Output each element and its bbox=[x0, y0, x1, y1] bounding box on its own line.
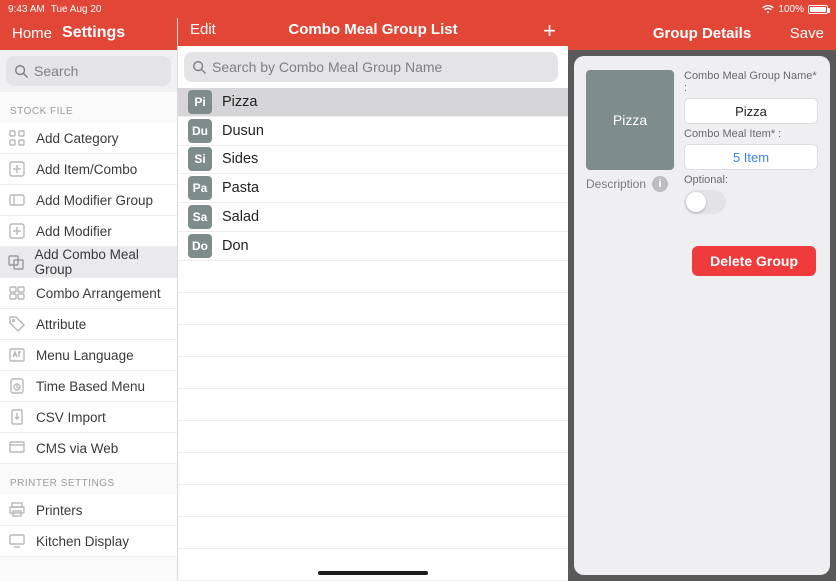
sidebar-item-printers[interactable]: Printers bbox=[0, 495, 177, 526]
sidebar-item-label: CMS via Web bbox=[36, 441, 118, 456]
sidebar-item-label: CSV Import bbox=[36, 410, 106, 425]
plus-square-icon bbox=[8, 222, 26, 240]
group-search-placeholder: Search by Combo Meal Group Name bbox=[212, 59, 442, 75]
group-row-salad[interactable]: Sa Salad bbox=[178, 203, 568, 232]
search-icon bbox=[192, 60, 206, 74]
group-tag: Du bbox=[188, 119, 212, 143]
name-input[interactable]: Pizza bbox=[684, 98, 818, 124]
sidebar-item-label: Add Category bbox=[36, 131, 119, 146]
sidebar-item-label: Kitchen Display bbox=[36, 534, 129, 549]
sidebar-item-label: Add Modifier bbox=[36, 224, 112, 239]
sidebar-item-menu-language[interactable]: Menu Language bbox=[0, 340, 177, 371]
add-group-button[interactable]: + bbox=[506, 23, 556, 38]
group-label: Pizza bbox=[222, 94, 257, 110]
sidebar-item-label: Add Item/Combo bbox=[36, 162, 137, 177]
group-tag: Pi bbox=[188, 90, 212, 114]
printer-icon bbox=[8, 501, 26, 519]
save-button[interactable]: Save bbox=[774, 25, 824, 42]
right-title: Group Details bbox=[630, 25, 774, 42]
group-label: Dusun bbox=[222, 123, 264, 139]
status-battery-pct: 100% bbox=[778, 4, 804, 15]
status-bar: 9:43 AM Tue Aug 20 100% bbox=[0, 0, 836, 18]
battery-icon bbox=[808, 5, 828, 14]
sidebar-item-label: Combo Arrangement bbox=[36, 286, 161, 301]
item-field-label: Combo Meal Item* : bbox=[684, 128, 818, 140]
web-icon bbox=[8, 439, 26, 457]
section-stock-file: STOCK FILE bbox=[0, 92, 177, 123]
wifi-icon bbox=[762, 5, 774, 14]
sidebar-item-label: Attribute bbox=[36, 317, 86, 332]
optional-label: Optional: bbox=[684, 174, 818, 186]
arrangement-icon bbox=[8, 284, 26, 302]
sidebar-item-csv-import[interactable]: CSV Import bbox=[0, 402, 177, 433]
group-row-pasta[interactable]: Pa Pasta bbox=[178, 174, 568, 203]
status-date: Tue Aug 20 bbox=[51, 4, 102, 15]
display-icon bbox=[8, 532, 26, 550]
empty-rows bbox=[178, 261, 568, 581]
import-icon bbox=[8, 408, 26, 426]
plus-square-icon bbox=[8, 160, 26, 178]
sidebar-item-kitchen-display[interactable]: Kitchen Display bbox=[0, 526, 177, 557]
group-details-panel: Group Details Save Pizza Description i C… bbox=[568, 0, 836, 581]
group-label: Salad bbox=[222, 209, 259, 225]
group-tag: Si bbox=[188, 147, 212, 171]
group-label: Don bbox=[222, 238, 249, 254]
sidebar-item-label: Time Based Menu bbox=[36, 379, 145, 394]
sidebar-item-add-combo-meal-group[interactable]: Add Combo Meal Group bbox=[0, 247, 177, 278]
group-tag: Pa bbox=[188, 176, 212, 200]
status-time: 9:43 AM bbox=[8, 4, 45, 15]
group-row-sides[interactable]: Si Sides bbox=[178, 146, 568, 175]
group-tag: Sa bbox=[188, 205, 212, 229]
sidebar-item-time-based-menu[interactable]: Time Based Menu bbox=[0, 371, 177, 402]
group-thumbnail[interactable]: Pizza bbox=[586, 70, 674, 170]
sidebar-item-label: Add Combo Meal Group bbox=[35, 247, 169, 277]
group-label: Pasta bbox=[222, 180, 259, 196]
settings-search[interactable]: Search bbox=[6, 56, 171, 86]
sidebar-item-add-item[interactable]: Add Item/Combo bbox=[0, 154, 177, 185]
sidebar-item-combo-arrangement[interactable]: Combo Arrangement bbox=[0, 278, 177, 309]
category-icon bbox=[8, 129, 26, 147]
mid-title: Combo Meal Group List bbox=[240, 21, 506, 38]
name-field-label: Combo Meal Group Name* : bbox=[684, 70, 818, 94]
group-tag: Do bbox=[188, 234, 212, 258]
group-label: Sides bbox=[222, 151, 258, 167]
home-indicator bbox=[318, 571, 428, 575]
sidebar-item-label: Add Modifier Group bbox=[36, 193, 153, 208]
clock-icon bbox=[8, 377, 26, 395]
description-label: Description bbox=[586, 177, 646, 191]
sidebar-item-add-modifier-group[interactable]: Add Modifier Group bbox=[0, 185, 177, 216]
home-button[interactable]: Home bbox=[12, 25, 52, 42]
sidebar-item-add-modifier[interactable]: Add Modifier bbox=[0, 216, 177, 247]
search-icon bbox=[14, 64, 28, 78]
info-icon[interactable]: i bbox=[652, 176, 668, 192]
sidebar-item-add-category[interactable]: Add Category bbox=[0, 123, 177, 154]
language-icon bbox=[8, 346, 26, 364]
sidebar-item-label: Printers bbox=[36, 503, 83, 518]
combo-group-icon bbox=[8, 253, 25, 271]
combo-group-list-panel: Edit Combo Meal Group List + Search by C… bbox=[178, 0, 568, 581]
modifier-group-icon bbox=[8, 191, 26, 209]
settings-sidebar: Home Settings Search STOCK FILE Add Cate… bbox=[0, 0, 178, 581]
group-row-don[interactable]: Do Don bbox=[178, 232, 568, 261]
optional-toggle[interactable] bbox=[684, 190, 726, 214]
edit-button[interactable]: Edit bbox=[190, 21, 240, 38]
sidebar-item-label: Menu Language bbox=[36, 348, 134, 363]
group-row-dusun[interactable]: Du Dusun bbox=[178, 117, 568, 146]
item-count-button[interactable]: 5 Item bbox=[684, 144, 818, 170]
detail-card: Pizza Description i Combo Meal Group Nam… bbox=[574, 56, 830, 575]
sidebar-item-attribute[interactable]: Attribute bbox=[0, 309, 177, 340]
settings-search-placeholder: Search bbox=[34, 63, 78, 79]
sidebar-item-cms-via-web[interactable]: CMS via Web bbox=[0, 433, 177, 464]
settings-title: Settings bbox=[62, 24, 125, 42]
section-printer-settings: PRINTER SETTINGS bbox=[0, 464, 177, 495]
group-search[interactable]: Search by Combo Meal Group Name bbox=[184, 52, 558, 82]
delete-group-button[interactable]: Delete Group bbox=[692, 246, 816, 276]
tag-icon bbox=[8, 315, 26, 333]
group-row-pizza[interactable]: Pi Pizza bbox=[178, 88, 568, 117]
